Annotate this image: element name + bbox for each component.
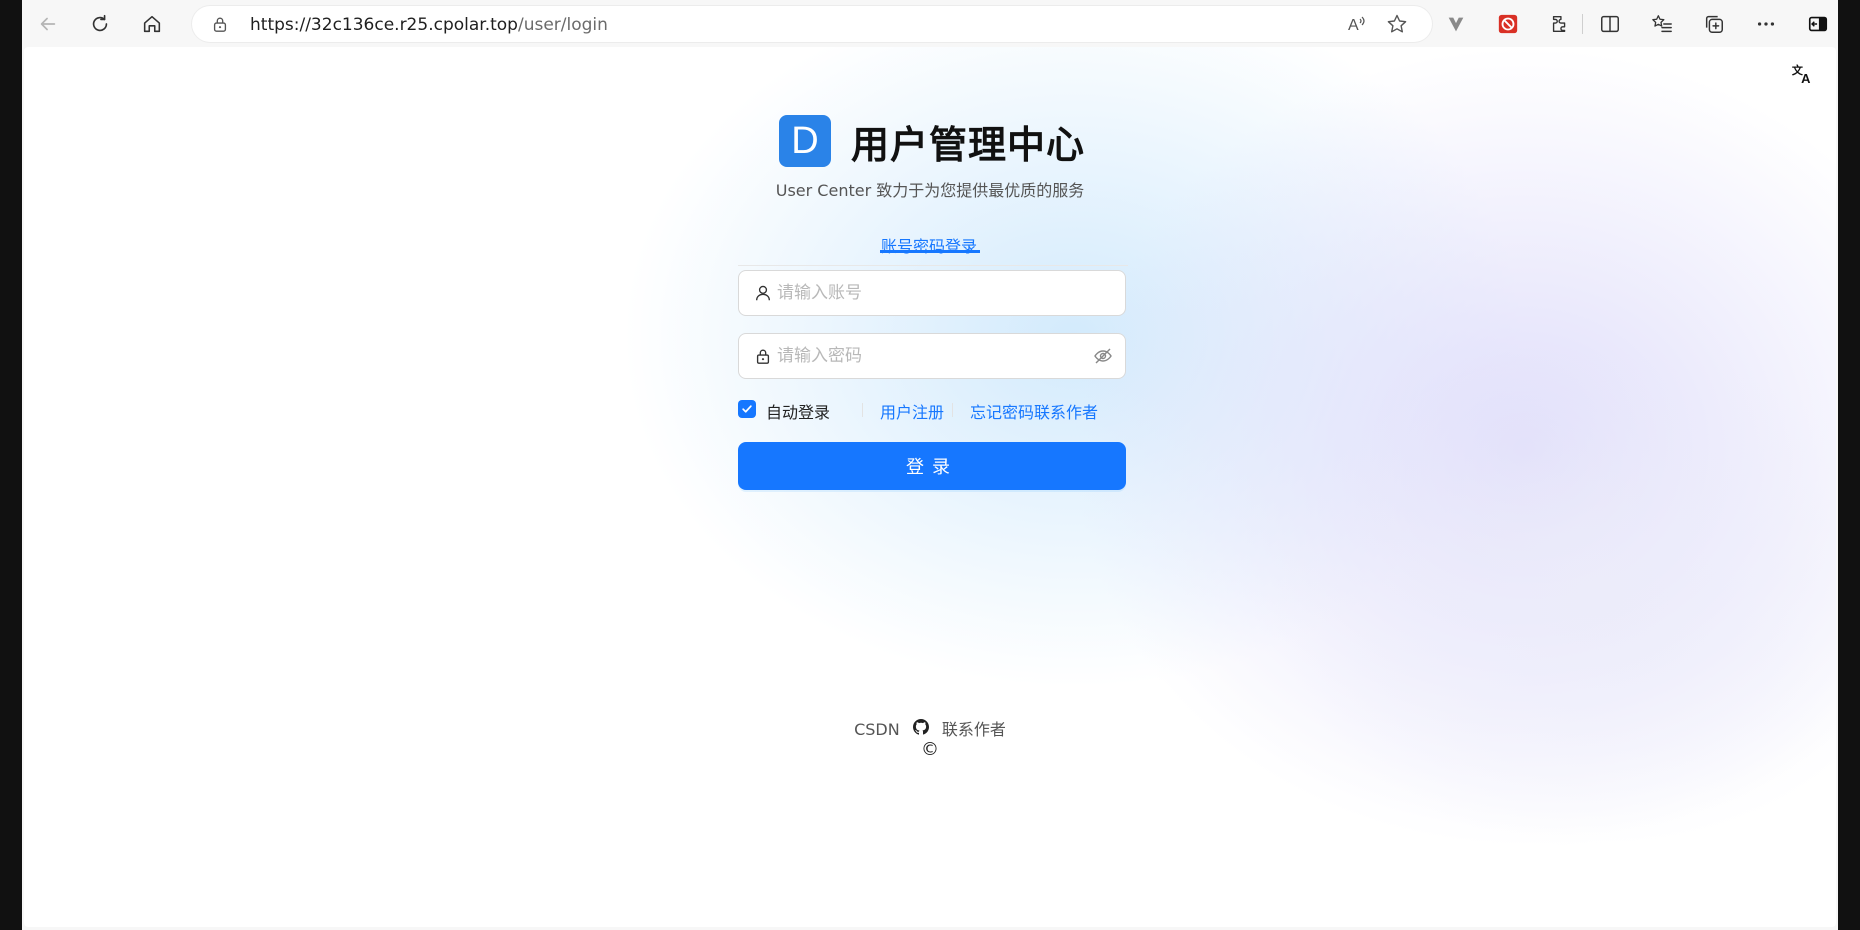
brand-header: D 用户管理中心 <box>779 115 1085 167</box>
back-icon[interactable] <box>34 10 62 38</box>
logo: D <box>779 115 831 167</box>
login-tabs: 账号密码登录 <box>738 225 1128 266</box>
csdn-link[interactable]: CSDN <box>854 720 900 739</box>
forgot-password-link[interactable]: 忘记密码联系作者 <box>970 399 1098 423</box>
username-field[interactable] <box>738 270 1126 316</box>
refresh-icon[interactable] <box>86 10 114 38</box>
divider <box>952 403 953 417</box>
username-input[interactable] <box>777 280 1087 306</box>
favorites-icon[interactable] <box>1648 10 1676 38</box>
extension-v-icon[interactable] <box>1442 10 1470 38</box>
login-options: 自动登录 用户注册 忘记密码联系作者 <box>738 397 1138 423</box>
copyright: © <box>921 739 939 760</box>
page-title: 用户管理中心 <box>851 122 1086 167</box>
user-icon <box>753 283 773 303</box>
sidebar-icon[interactable] <box>1804 10 1832 38</box>
lock-icon[interactable] <box>210 14 230 34</box>
url-text[interactable]: https://32c136ce.r25.cpolar.top/user/log… <box>250 15 608 35</box>
auto-login-checkbox[interactable] <box>738 400 756 418</box>
login-page: 文A D 用户管理中心 User Center 致力于为您提供最优质的服务 账号… <box>24 47 1836 927</box>
password-input[interactable] <box>777 343 1087 369</box>
github-icon[interactable] <box>912 719 929 735</box>
eye-invisible-icon[interactable] <box>1093 346 1113 366</box>
address-bar[interactable]: https://32c136ce.r25.cpolar.top/user/log… <box>192 6 1432 42</box>
lock-icon <box>753 346 773 366</box>
password-field[interactable] <box>738 333 1126 379</box>
extensions-puzzle-icon[interactable] <box>1546 10 1574 38</box>
toolbar-divider <box>1582 14 1583 34</box>
footer-links: CSDN 联系作者 <box>24 716 1836 740</box>
favorite-star-icon[interactable] <box>1386 13 1408 35</box>
translate-icon[interactable]: 文A <box>1790 61 1816 87</box>
url-host: https://32c136ce.r25.cpolar.top <box>250 15 518 35</box>
login-button[interactable]: 登录 <box>738 442 1126 490</box>
collections-icon[interactable] <box>1700 10 1728 38</box>
background-glow <box>1274 347 1836 847</box>
read-aloud-icon[interactable]: A <box>1346 13 1368 35</box>
browser-window: https://32c136ce.r25.cpolar.top/user/log… <box>22 0 1838 930</box>
url-path: /user/login <box>517 15 608 35</box>
active-tab-indicator <box>880 250 980 253</box>
contact-author-link[interactable]: 联系作者 <box>942 716 1006 740</box>
more-icon[interactable] <box>1752 10 1780 38</box>
svg-text:A: A <box>1801 71 1810 86</box>
auto-login-label[interactable]: 自动登录 <box>766 399 830 423</box>
tab-account-password[interactable]: 账号密码登录 <box>881 233 977 257</box>
divider <box>862 403 863 417</box>
page-subtitle: User Center 致力于为您提供最优质的服务 <box>775 181 1085 200</box>
split-screen-icon[interactable] <box>1596 10 1624 38</box>
home-icon[interactable] <box>138 10 166 38</box>
extension-red-icon[interactable] <box>1494 10 1522 38</box>
svg-text:A: A <box>1348 17 1359 34</box>
browser-toolbar: https://32c136ce.r25.cpolar.top/user/log… <box>22 0 1838 47</box>
register-link[interactable]: 用户注册 <box>880 399 944 423</box>
